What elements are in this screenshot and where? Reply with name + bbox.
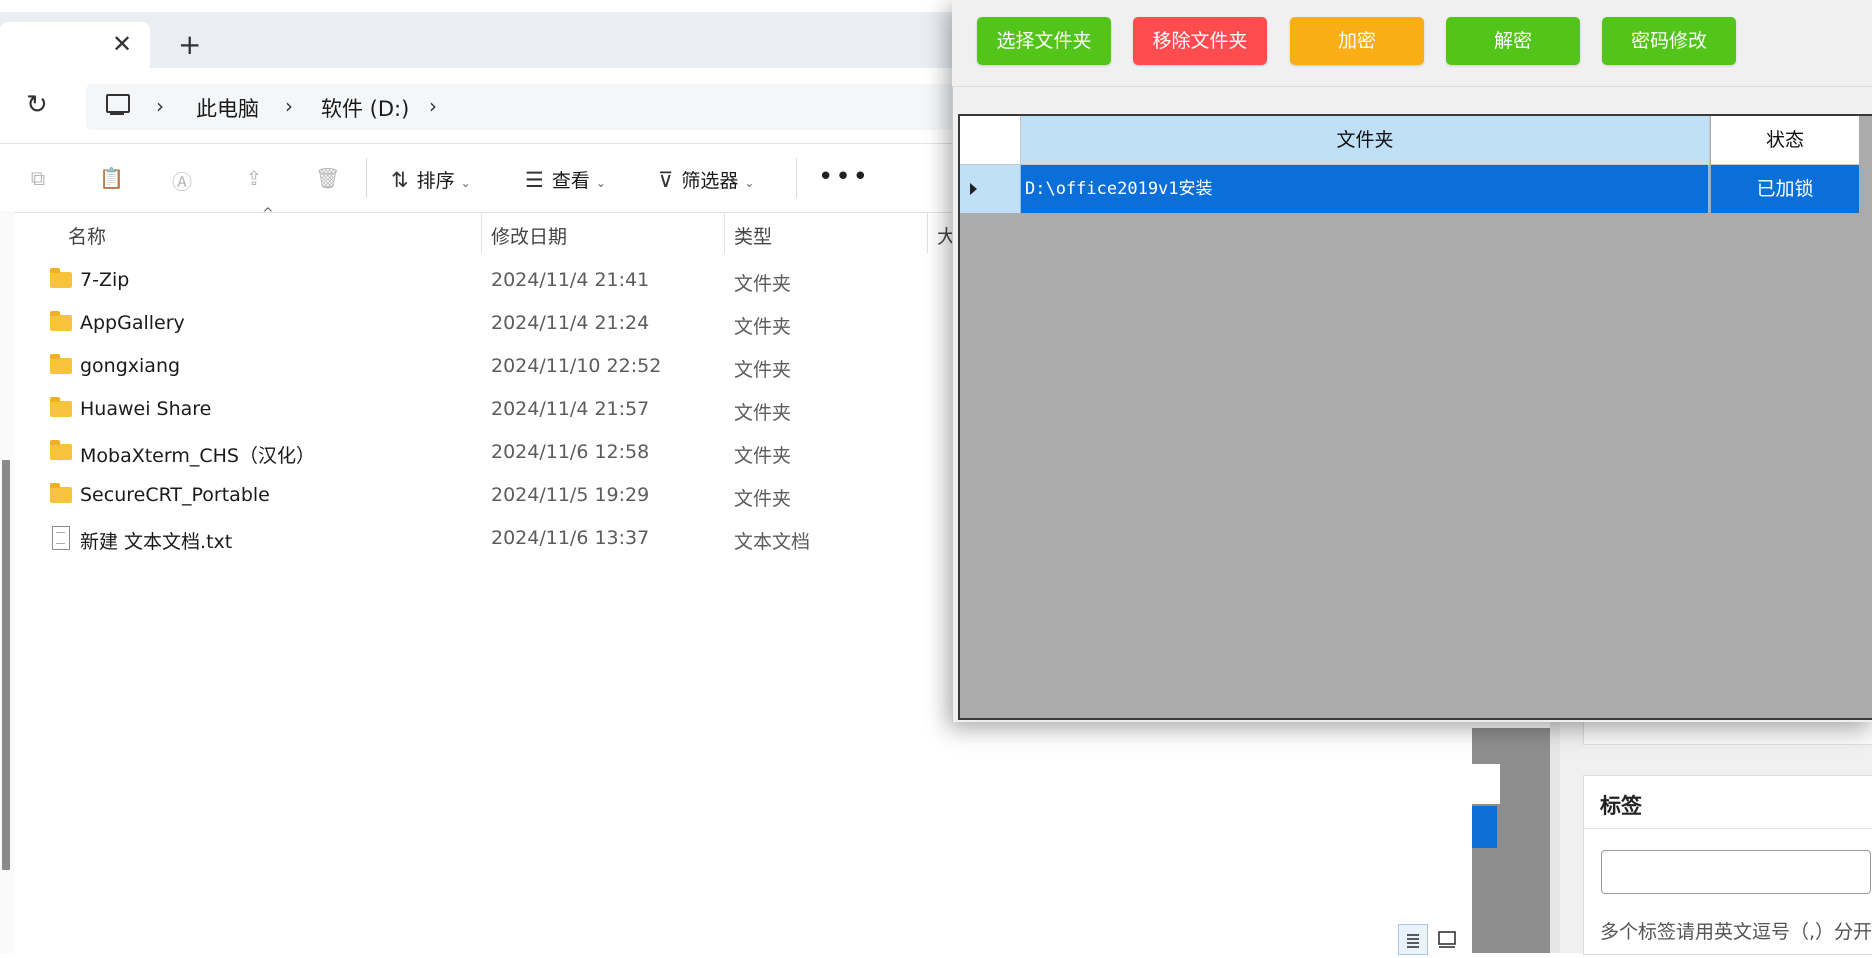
chevron-right-icon[interactable]: › xyxy=(156,94,164,118)
file-date: 2024/11/5 19:29 xyxy=(491,484,650,506)
grid-header-row: 文件夹 状态 xyxy=(960,116,1872,165)
grid-cell-path[interactable]: D:\office2019v1安装 xyxy=(1021,165,1709,213)
delete-icon[interactable]: 🗑 xyxy=(315,166,340,190)
file-date: 2024/11/4 21:41 xyxy=(491,269,650,291)
command-bar xyxy=(0,143,955,213)
row-header-cell[interactable] xyxy=(960,165,1021,213)
file-type: 文件夹 xyxy=(734,445,792,467)
folder-icon xyxy=(50,440,72,460)
file-name: gongxiang xyxy=(80,355,181,377)
folder-icon xyxy=(50,397,72,417)
chevron-right-icon[interactable]: › xyxy=(429,94,437,118)
grid-corner-cell xyxy=(960,116,1021,165)
background-grid-cell xyxy=(1470,764,1500,804)
file-row[interactable]: Huawei Share 2024/11/4 21:57 文件夹 xyxy=(40,389,955,432)
rename-icon[interactable]: Ⓐ xyxy=(171,166,193,194)
command-divider xyxy=(796,158,797,198)
this-pc-icon[interactable] xyxy=(106,94,130,113)
change-password-button[interactable]: 密码修改 xyxy=(1602,17,1736,65)
sort-icon: ⇅ xyxy=(391,168,409,192)
more-options-icon[interactable]: ••• xyxy=(818,162,870,192)
file-type: 文件夹 xyxy=(734,402,792,424)
file-row[interactable]: gongxiang 2024/11/10 22:52 文件夹 xyxy=(40,346,955,389)
file-date: 2024/11/4 21:57 xyxy=(491,398,650,420)
sort-ascending-icon: ^ xyxy=(262,206,274,222)
breadcrumb-this-pc[interactable]: 此电脑 xyxy=(196,93,259,123)
folder-icon xyxy=(50,311,72,331)
file-list-header xyxy=(14,211,955,259)
view-button[interactable]: ☰ 查看 ⌄ xyxy=(525,166,606,193)
tiles-view-icon[interactable] xyxy=(1433,924,1461,953)
tags-input[interactable] xyxy=(1601,850,1871,894)
folder-icon xyxy=(50,354,72,374)
sort-label: 排序 xyxy=(416,170,455,192)
grid-header-state[interactable]: 状态 xyxy=(1711,116,1859,165)
grid-row[interactable]: D:\office2019v1安装 已加锁 xyxy=(960,165,1872,213)
text-file-icon xyxy=(52,526,70,550)
remove-folder-button[interactable]: 移除文件夹 xyxy=(1133,17,1267,65)
column-header-name[interactable]: 名称 xyxy=(68,222,106,249)
column-header-date[interactable]: 修改日期 xyxy=(491,222,567,249)
sort-button[interactable]: ⇅ 排序 ⌄ xyxy=(391,166,471,193)
column-divider[interactable] xyxy=(724,213,725,253)
file-type: 文件夹 xyxy=(734,273,792,295)
view-icon: ☰ xyxy=(525,168,544,192)
chevron-down-icon: ⌄ xyxy=(460,176,471,190)
copy-icon[interactable]: ⧉ xyxy=(27,166,49,190)
file-type: 文件夹 xyxy=(734,488,792,510)
details-view-icon[interactable] xyxy=(1398,924,1428,955)
folder-icon xyxy=(50,483,72,503)
nav-pane-scroll-thumb[interactable] xyxy=(2,460,10,870)
file-date: 2024/11/6 13:37 xyxy=(491,527,650,549)
file-name: SecureCRT_Portable xyxy=(80,484,270,506)
close-tab-icon[interactable]: ✕ xyxy=(112,30,132,58)
encrypt-button[interactable]: 加密 xyxy=(1290,17,1424,65)
file-type: 文件夹 xyxy=(734,359,792,381)
file-row[interactable]: AppGallery 2024/11/4 21:24 文件夹 xyxy=(40,303,955,346)
file-name: AppGallery xyxy=(80,312,185,334)
view-label: 查看 xyxy=(551,170,590,192)
this-pc-icon-stand xyxy=(110,113,124,115)
background-card-fragment xyxy=(1583,720,1872,745)
tags-title: 标签 xyxy=(1600,794,1642,818)
decrypt-button[interactable]: 解密 xyxy=(1446,17,1580,65)
grid-cell-state[interactable]: 已加锁 xyxy=(1711,165,1859,213)
share-icon[interactable]: ⇪ xyxy=(243,166,265,190)
command-divider xyxy=(366,158,367,198)
filter-icon: ⊽ xyxy=(658,168,674,192)
file-row[interactable]: MobaXterm_CHS（汉化） 2024/11/6 12:58 文件夹 xyxy=(40,432,955,475)
column-divider[interactable] xyxy=(481,213,482,253)
column-header-type[interactable]: 类型 xyxy=(734,222,772,249)
chevron-right-icon[interactable]: › xyxy=(285,94,293,118)
filter-label: 筛选器 xyxy=(681,170,739,192)
file-name: 新建 文本文档.txt xyxy=(80,531,233,553)
file-type: 文件夹 xyxy=(734,316,792,338)
tags-divider xyxy=(1584,828,1872,829)
file-date: 2024/11/10 22:52 xyxy=(491,355,662,377)
file-date: 2024/11/6 12:58 xyxy=(491,441,650,463)
column-divider[interactable] xyxy=(927,213,928,253)
file-row[interactable]: 新建 文本文档.txt 2024/11/6 13:37 文本文档 xyxy=(40,518,955,561)
breadcrumb-drive-d[interactable]: 软件 (D:) xyxy=(321,93,409,123)
paste-icon[interactable]: 📋 xyxy=(99,166,124,190)
refresh-icon[interactable]: ↻ xyxy=(26,90,48,120)
folder-icon xyxy=(50,268,72,288)
file-name: Huawei Share xyxy=(80,398,212,420)
tags-hint: 多个标签请用英文逗号（,）分开 xyxy=(1600,921,1872,943)
filter-button[interactable]: ⊽ 筛选器 ⌄ xyxy=(658,166,754,193)
file-date: 2024/11/4 21:24 xyxy=(491,312,650,334)
background-grid-selected-cell xyxy=(1470,806,1497,848)
file-name: 7-Zip xyxy=(80,269,130,291)
chevron-down-icon: ⌄ xyxy=(595,176,606,190)
file-row[interactable]: SecureCRT_Portable 2024/11/5 19:29 文件夹 xyxy=(40,475,955,518)
chevron-down-icon: ⌄ xyxy=(744,176,755,190)
file-type: 文本文档 xyxy=(734,531,811,553)
current-row-indicator-icon xyxy=(970,183,977,195)
select-folder-button[interactable]: 选择文件夹 xyxy=(977,17,1111,65)
file-row[interactable]: 7-Zip 2024/11/4 21:41 文件夹 xyxy=(40,260,955,303)
file-name: MobaXterm_CHS（汉化） xyxy=(80,445,315,467)
new-tab-icon[interactable]: + xyxy=(178,28,201,61)
grid-header-folder[interactable]: 文件夹 xyxy=(1021,116,1710,165)
